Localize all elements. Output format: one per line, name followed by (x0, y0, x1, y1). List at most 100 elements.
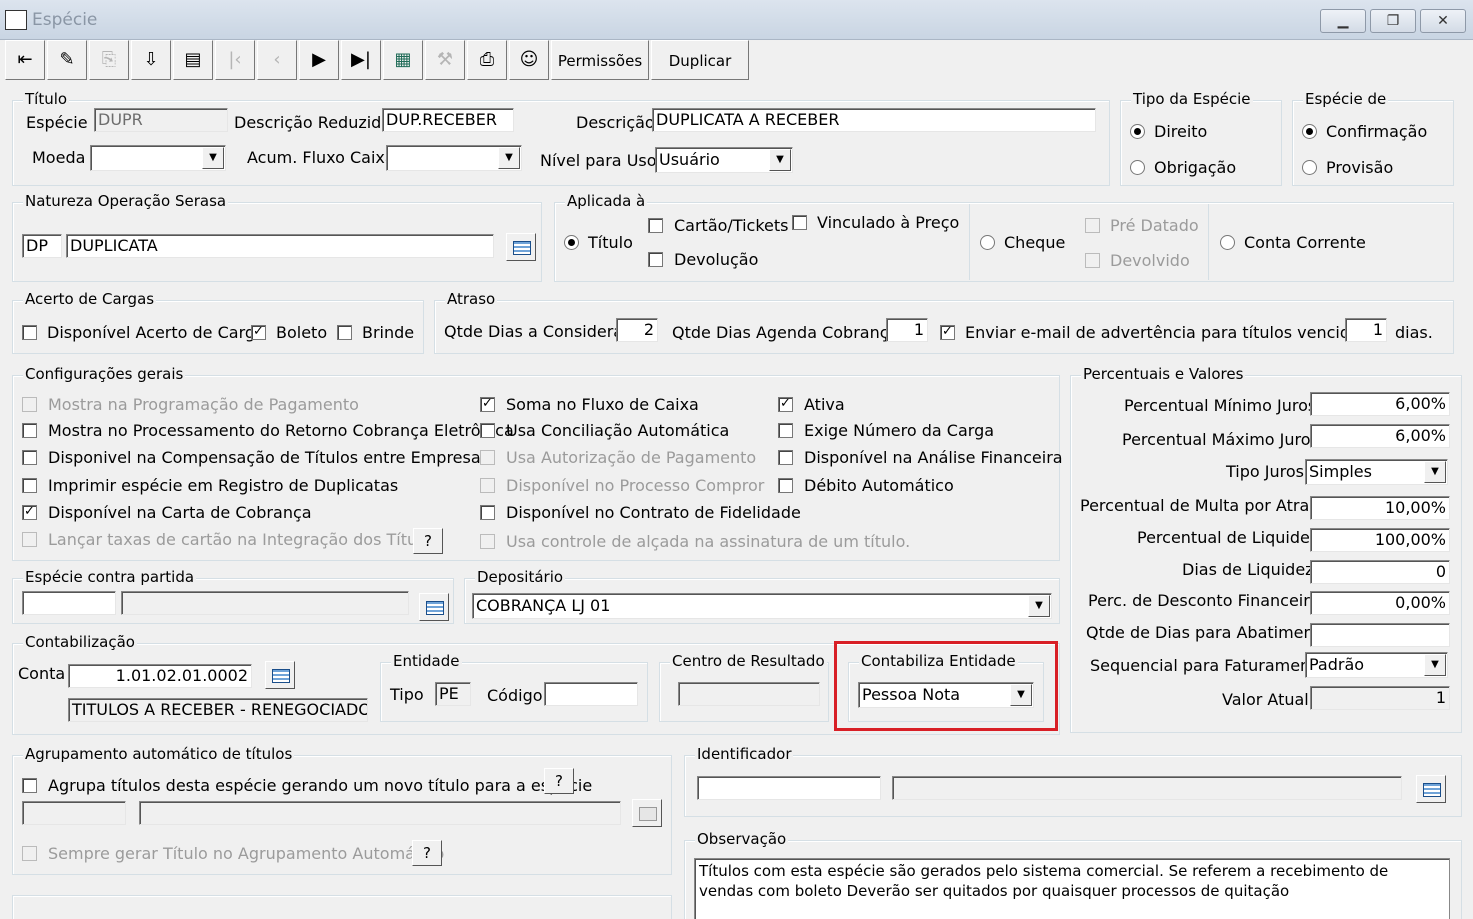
config-c5-checkbox[interactable]: ✓ (22, 505, 37, 520)
sempre-help-button[interactable]: ? (412, 840, 442, 866)
chevron-down-icon[interactable]: ▼ (498, 147, 520, 169)
users-icon[interactable]: ☺ (509, 40, 549, 80)
acerto-disponivel-checkbox[interactable] (22, 325, 37, 340)
tipo-juros-select[interactable]: Simples ▼ (1305, 459, 1448, 485)
config-c1-checkbox[interactable] (22, 397, 37, 412)
tools-icon[interactable]: ⚒ (425, 40, 465, 80)
agrupa-checkbox[interactable] (22, 778, 37, 793)
contra-code-input[interactable] (22, 591, 116, 615)
agrupa-help-button[interactable]: ? (544, 768, 574, 794)
natureza-lookup-icon[interactable] (506, 233, 536, 261)
cartao-checkbox[interactable] (648, 218, 663, 233)
abatimento-label: Qtde de Dias para Abatimento (1086, 623, 1330, 642)
config-c6-checkbox[interactable] (22, 532, 37, 547)
acum-select[interactable]: ▼ (386, 145, 522, 171)
cartao-label: Cartão/Tickets (674, 216, 789, 235)
delete-icon[interactable]: ▤ (173, 40, 213, 80)
agrup-lookup-icon[interactable] (632, 799, 662, 827)
last-record-icon[interactable]: ▶| (341, 40, 381, 80)
obrigacao-label: Obrigação (1154, 158, 1237, 177)
chevron-down-icon[interactable]: ▼ (769, 149, 791, 171)
print-icon[interactable]: ⎙ (467, 40, 507, 80)
config-r1-checkbox[interactable]: ✓ (778, 397, 793, 412)
grid-icon[interactable]: ▦ (383, 40, 423, 80)
observacao-textarea[interactable]: Títulos com esta espécie são gerados pel… (694, 858, 1450, 919)
config-c4-checkbox[interactable] (22, 478, 37, 493)
desc-reduzida-input[interactable]: DUP.RECEBER (382, 108, 514, 132)
config-m6-checkbox[interactable] (480, 534, 495, 549)
devolvido-checkbox[interactable] (1085, 253, 1100, 268)
moeda-select[interactable]: ▼ (90, 145, 226, 171)
new-icon[interactable]: ⎘ (89, 40, 129, 80)
direito-radio[interactable] (1130, 124, 1145, 139)
agenda-input[interactable]: 1 (886, 318, 928, 342)
brinde-checkbox[interactable] (337, 325, 352, 340)
chevron-down-icon[interactable]: ▼ (1028, 595, 1050, 617)
devolucao-checkbox[interactable] (648, 252, 663, 267)
provisao-radio[interactable] (1302, 160, 1317, 175)
duplicar-button[interactable]: Duplicar (651, 40, 749, 80)
pmax-label: Percentual Máximo Juros (1122, 430, 1319, 449)
nivel-select[interactable]: Usuário ▼ (655, 147, 793, 173)
edit-icon[interactable]: ✎ (47, 40, 87, 80)
multa-input[interactable]: 10,00% (1310, 496, 1450, 520)
descricao-input[interactable]: DUPLICATA A RECEBER (652, 108, 1096, 132)
exit-icon[interactable]: ⇤ (5, 40, 45, 80)
conta-lookup-icon[interactable] (265, 661, 295, 689)
email-checkbox[interactable]: ✓ (940, 325, 955, 340)
minimize-button[interactable]: ▁ (1320, 9, 1366, 33)
depositario-select[interactable]: COBRANÇA LJ 01 ▼ (472, 593, 1052, 619)
email-dias-input[interactable]: 1 (1345, 318, 1387, 342)
agrup-code-input (22, 801, 126, 825)
config-c3-checkbox[interactable] (22, 450, 37, 465)
config-m5-checkbox[interactable] (480, 505, 495, 520)
config-r4-checkbox[interactable] (778, 478, 793, 493)
dias-liquidez-input[interactable]: 0 (1310, 560, 1450, 584)
save-icon[interactable]: ⇩ (131, 40, 171, 80)
liquidez-input[interactable]: 100,00% (1310, 528, 1450, 552)
desconto-input[interactable]: 0,00% (1310, 591, 1450, 615)
config-m4-checkbox[interactable] (480, 478, 495, 493)
qtde-dias-input[interactable]: 2 (616, 318, 658, 342)
cheque-radio[interactable] (980, 235, 995, 250)
chevron-down-icon[interactable]: ▼ (202, 147, 224, 169)
abatimento-input[interactable] (1310, 623, 1450, 647)
config-m2-checkbox[interactable] (480, 423, 495, 438)
titulo-radio[interactable] (564, 235, 579, 250)
config-r3-checkbox[interactable] (778, 450, 793, 465)
identificador-code-input[interactable] (697, 776, 881, 800)
pmin-input[interactable]: 6,00% (1310, 392, 1450, 416)
identificador-lookup-icon[interactable] (1416, 775, 1446, 803)
maximize-button[interactable]: ❐ (1370, 9, 1416, 33)
pre-datado-checkbox[interactable] (1085, 218, 1100, 233)
sequencial-select[interactable]: Padrão ▼ (1305, 652, 1448, 678)
next-record-icon[interactable]: ▶ (299, 40, 339, 80)
natureza-code-input[interactable]: DP (22, 234, 62, 258)
config-m3-checkbox[interactable] (480, 450, 495, 465)
natureza-desc-input[interactable]: DUPLICATA (66, 234, 494, 258)
close-button[interactable]: ✕ (1420, 9, 1466, 33)
obrigacao-radio[interactable] (1130, 160, 1145, 175)
aplicada-legend: Aplicada à (565, 192, 648, 210)
previous-record-icon[interactable]: ‹ (257, 40, 297, 80)
chevron-down-icon[interactable]: ▼ (1424, 461, 1446, 483)
config-m1-checkbox[interactable]: ✓ (480, 397, 495, 412)
vinculado-checkbox[interactable] (792, 215, 807, 230)
first-record-icon[interactable]: |‹ (215, 40, 255, 80)
identificador-legend: Identificador (695, 745, 794, 763)
especie-input[interactable]: DUPR (94, 108, 228, 132)
config-help-button[interactable]: ? (413, 528, 443, 554)
conta-input[interactable]: 1.01.02.01.0002 (68, 664, 252, 688)
conta-corrente-radio[interactable] (1220, 235, 1235, 250)
config-c2-checkbox[interactable] (22, 423, 37, 438)
contra-lookup-icon[interactable] (419, 593, 449, 621)
window-title: Espécie (32, 10, 98, 30)
chevron-down-icon[interactable]: ▼ (1424, 654, 1446, 676)
config-r2-checkbox[interactable] (778, 423, 793, 438)
permissoes-button[interactable]: Permissões (551, 40, 649, 80)
boleto-checkbox[interactable]: ✓ (251, 325, 266, 340)
confirmacao-radio[interactable] (1302, 124, 1317, 139)
codigo-input[interactable] (544, 682, 638, 706)
pmax-input[interactable]: 6,00% (1310, 424, 1450, 448)
sempre-checkbox[interactable] (22, 846, 37, 861)
